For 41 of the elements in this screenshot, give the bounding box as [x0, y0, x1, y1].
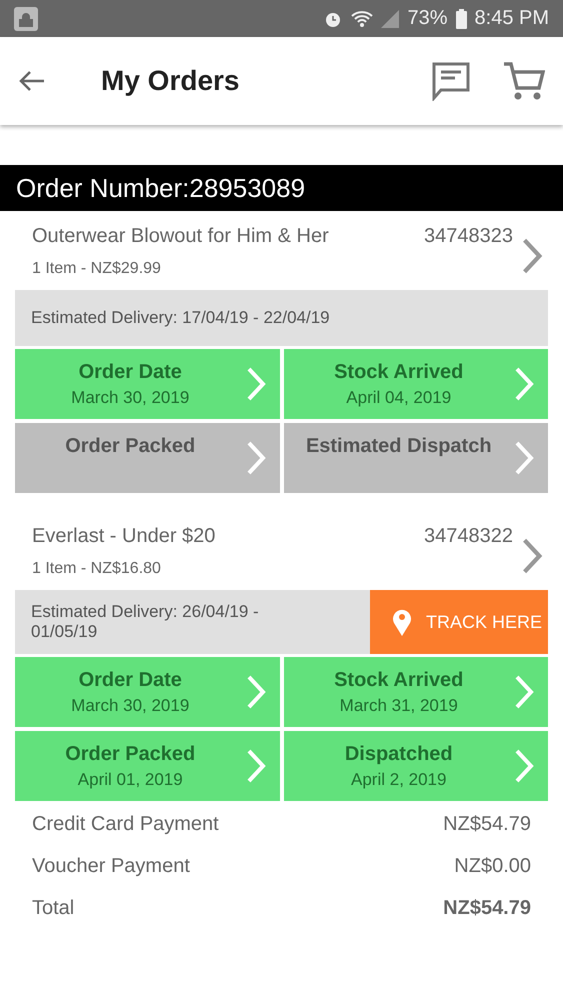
battery-percent: 73%	[407, 7, 448, 30]
status-date: April 04, 2019	[346, 388, 452, 408]
item-summary: 1 Item - NZ$16.80	[32, 560, 162, 578]
product-name: Everlast - Under $20	[32, 525, 216, 548]
status-tile[interactable]: Dispatched April 2, 2019	[284, 731, 548, 801]
status-tile[interactable]: Order Packed	[15, 423, 280, 493]
status-label: Order Date	[78, 669, 182, 692]
status-tile[interactable]: Order Date March 30, 2019	[15, 349, 280, 419]
status-date: April 2, 2019	[351, 770, 446, 790]
payment-label: Total	[32, 897, 74, 920]
product-name: Outerwear Blowout for Him & Her	[32, 225, 330, 248]
page-title: My Orders	[101, 65, 240, 97]
status-date: March 31, 2019	[340, 696, 458, 716]
status-date: March 30, 2019	[71, 696, 190, 716]
status-label: Dispatched	[344, 743, 453, 766]
status-tile[interactable]: Order Packed April 01, 2019	[15, 731, 280, 801]
status-label: Stock Arrived	[334, 361, 464, 384]
status-label: Order Packed	[65, 435, 196, 458]
status-label: Order Packed	[65, 743, 196, 766]
order-number-bar: Order Number:28953089	[0, 165, 563, 211]
status-tile[interactable]: Stock Arrived March 31, 2019	[284, 657, 548, 727]
status-tile[interactable]: Stock Arrived April 04, 2019	[284, 349, 548, 419]
clock-time: 8:45 PM	[474, 7, 549, 30]
estimated-delivery: Estimated Delivery: 26/04/19 - 01/05/19	[30, 601, 260, 643]
payment-amount: NZ$0.00	[454, 855, 531, 878]
status-label: Order Date	[78, 361, 182, 384]
track-button[interactable]: TRACK HERE	[370, 590, 548, 654]
payment-amount: NZ$54.79	[443, 897, 531, 920]
payment-amount: NZ$54.79	[443, 813, 531, 836]
item-number: 34748323	[424, 225, 513, 248]
status-date: March 30, 2019	[71, 388, 190, 408]
status-label: Stock Arrived	[334, 669, 464, 692]
payment-label: Credit Card Payment	[32, 813, 219, 836]
item-summary: 1 Item - NZ$29.99	[32, 260, 162, 278]
item-number: 34748322	[424, 525, 513, 548]
payment-label: Voucher Payment	[32, 855, 190, 878]
estimated-delivery: Estimated Delivery: 17/04/19 - 22/04/19	[30, 307, 331, 329]
status-label: Estimated Dispatch	[306, 435, 492, 458]
status-tile[interactable]: Estimated Dispatch	[284, 423, 548, 493]
status-tile[interactable]: Order Date March 30, 2019	[15, 657, 280, 727]
status-date: April 01, 2019	[78, 770, 183, 790]
